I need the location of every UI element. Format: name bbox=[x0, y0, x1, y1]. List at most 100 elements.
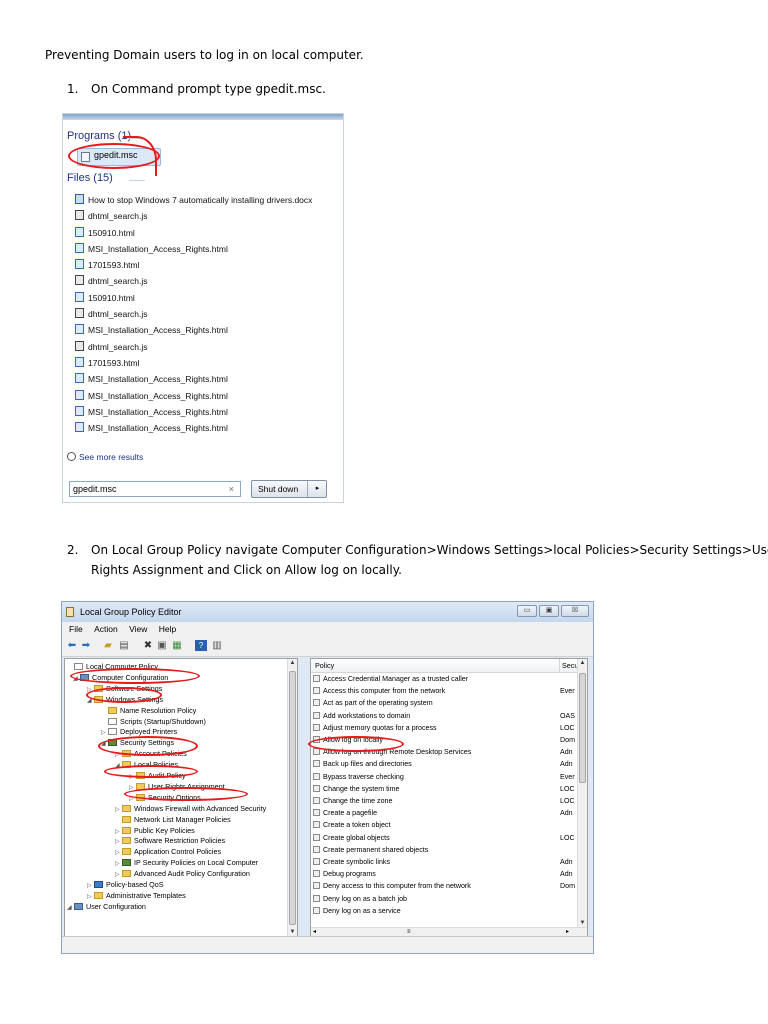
expand-toggle-icon[interactable]: ▷ bbox=[87, 881, 94, 891]
folder-icon bbox=[122, 848, 131, 856]
policy-name: Act as part of the operating system bbox=[323, 699, 433, 708]
file-result-item[interactable]: MSI_Installation_Access_Rights.html bbox=[75, 241, 312, 257]
back-arrow-icon[interactable]: ⬅ bbox=[66, 640, 78, 651]
file-result-label: MSI_Installation_Access_Rights.html bbox=[88, 243, 228, 254]
expand-toggle-icon[interactable]: ▷ bbox=[101, 728, 108, 738]
expand-toggle-icon[interactable]: ▷ bbox=[115, 848, 122, 858]
file-result-item[interactable]: MSI_Installation_Access_Rights.html bbox=[75, 404, 312, 420]
chart-icon bbox=[94, 881, 103, 888]
tree-node[interactable]: Name Resolution Policy bbox=[101, 706, 196, 716]
clear-search-icon[interactable]: × bbox=[229, 482, 234, 496]
close-button[interactable]: ☒ bbox=[561, 605, 589, 617]
policy-vertical-scrollbar[interactable]: ▲ ▼ bbox=[577, 659, 587, 927]
policy-row[interactable]: Adjust memory quotas for a process LOC bbox=[313, 723, 583, 733]
tree-scroll-thumb[interactable] bbox=[289, 671, 296, 925]
tree-node[interactable]: ▷ Advanced Audit Policy Configuration bbox=[115, 869, 250, 879]
maximize-button[interactable]: ▣ bbox=[539, 605, 559, 617]
policy-row[interactable]: Deny log on as a batch job bbox=[313, 894, 583, 904]
policy-row[interactable]: Deny access to this computer from the ne… bbox=[313, 882, 583, 891]
shutdown-button[interactable]: Shut down ▸ bbox=[251, 480, 327, 498]
forward-arrow-icon[interactable]: ➡ bbox=[80, 640, 92, 651]
start-search-input[interactable]: gpedit.msc × bbox=[69, 481, 241, 497]
file-result-item[interactable]: MSI_Installation_Access_Rights.html bbox=[75, 322, 312, 338]
expand-toggle-icon[interactable]: ▷ bbox=[115, 870, 122, 880]
filter-options-icon[interactable]: ▥ bbox=[211, 640, 223, 651]
folder-icon bbox=[122, 804, 131, 812]
file-result-item[interactable]: 1701593.html bbox=[75, 355, 312, 371]
tree-node[interactable]: Network List Manager Policies bbox=[115, 815, 231, 825]
up-folder-icon[interactable]: ▰ bbox=[102, 640, 114, 651]
column-header-policy[interactable]: Policy bbox=[315, 659, 334, 672]
policy-row[interactable]: Create a pagefile Adn bbox=[313, 809, 583, 818]
tree-node[interactable]: ▷ Software Restriction Policies bbox=[115, 836, 225, 846]
file-result-item[interactable]: dhtml_search.js bbox=[75, 306, 312, 322]
tree-node[interactable]: ▷ Administrative Templates bbox=[87, 891, 186, 901]
file-result-item[interactable]: How to stop Windows 7 automatically inst… bbox=[75, 192, 312, 208]
help-icon[interactable]: ? bbox=[195, 640, 207, 651]
file-result-item[interactable]: MSI_Installation_Access_Rights.html bbox=[75, 388, 312, 404]
tree-node-label: Application Control Policies bbox=[134, 847, 222, 857]
policy-row[interactable]: Back up files and directories Adn bbox=[313, 760, 583, 769]
expand-toggle-icon[interactable]: ▷ bbox=[115, 805, 122, 815]
policy-row[interactable]: Access this computer from the network Eve… bbox=[313, 687, 583, 696]
expand-toggle-icon[interactable]: ◢ bbox=[67, 903, 74, 913]
policy-row[interactable]: Add workstations to domain OAS bbox=[313, 711, 583, 721]
file-result-item[interactable]: dhtml_search.js bbox=[75, 273, 312, 289]
delete-icon[interactable]: ✖ bbox=[142, 640, 154, 651]
expand-toggle-icon[interactable]: ▷ bbox=[87, 892, 94, 902]
minimize-button[interactable]: ▭ bbox=[517, 605, 537, 617]
menu-view[interactable]: View bbox=[129, 624, 147, 634]
scroll-right-arrow-icon[interactable]: ▸ bbox=[566, 928, 569, 936]
expand-toggle-icon[interactable]: ▷ bbox=[115, 837, 122, 847]
policy-row[interactable]: Change the time zone LOC bbox=[313, 797, 583, 806]
policy-row[interactable]: Create a token object bbox=[313, 821, 583, 830]
tree-node-label: Policy-based QoS bbox=[106, 880, 164, 889]
policy-horizontal-scrollbar[interactable]: ◂ ≡ ▸ bbox=[311, 927, 587, 936]
column-header-security-setting[interactable]: Secu bbox=[559, 659, 578, 672]
scroll-down-arrow-icon[interactable]: ▼ bbox=[288, 929, 297, 935]
export-list-icon[interactable]: ▦ bbox=[171, 640, 183, 651]
policy-row[interactable]: Create symbolic links Adn bbox=[313, 858, 583, 867]
file-result-item[interactable]: 150910.html bbox=[75, 225, 312, 241]
policy-name: Access this computer from the network bbox=[323, 687, 446, 696]
file-result-item[interactable]: 1701593.html bbox=[75, 257, 312, 273]
policy-row[interactable]: Bypass traverse checking Ever bbox=[313, 772, 583, 782]
tree-node[interactable]: ▷ Application Control Policies bbox=[115, 847, 221, 857]
expand-toggle-icon[interactable]: ▷ bbox=[115, 859, 122, 869]
policy-row[interactable]: Create global objects LOC bbox=[313, 833, 583, 843]
policy-security-setting: Ever bbox=[560, 772, 575, 781]
file-result-item[interactable]: dhtml_search.js bbox=[75, 208, 312, 224]
tree-node[interactable]: Scripts (Startup/Shutdown) bbox=[101, 717, 206, 727]
policy-row[interactable]: Create permanent shared objects bbox=[313, 845, 583, 855]
scroll-down-arrow-icon[interactable]: ▼ bbox=[578, 920, 587, 926]
policy-row[interactable]: Access Credential Manager as a trusted c… bbox=[313, 675, 583, 684]
file-result-item[interactable]: dhtml_search.js bbox=[75, 339, 312, 355]
menu-action[interactable]: Action bbox=[94, 624, 118, 634]
scroll-grip-icon[interactable]: ≡ bbox=[407, 928, 411, 936]
policy-row[interactable]: Deny log on as a service bbox=[313, 906, 583, 916]
menu-file[interactable]: File bbox=[69, 624, 83, 634]
shutdown-options-arrow-icon[interactable]: ▸ bbox=[307, 481, 327, 497]
tree-node[interactable]: ▷ IP Security Policies on Local Computer bbox=[115, 858, 258, 868]
window-title-bar[interactable]: Local Group Policy Editor ▭ ▣ ☒ bbox=[62, 602, 593, 622]
tree-vertical-scrollbar[interactable]: ▲ ▼ bbox=[287, 659, 297, 936]
tree-node[interactable]: ▷ Policy-based QoS bbox=[87, 880, 164, 890]
file-result-item[interactable]: 150910.html bbox=[75, 290, 312, 306]
expand-toggle-icon[interactable]: ▷ bbox=[115, 827, 122, 837]
policy-row[interactable]: Change the system time LOC bbox=[313, 784, 583, 794]
menu-help[interactable]: Help bbox=[159, 624, 176, 634]
properties-icon[interactable]: ▣ bbox=[156, 640, 168, 651]
scroll-up-arrow-icon[interactable]: ▲ bbox=[578, 660, 587, 666]
tree-node[interactable]: ▷ Public Key Policies bbox=[115, 826, 195, 836]
policy-row[interactable]: Act as part of the operating system bbox=[313, 699, 583, 708]
file-result-item[interactable]: MSI_Installation_Access_Rights.html bbox=[75, 420, 312, 436]
policy-row[interactable]: Debug programs Adn bbox=[313, 870, 583, 879]
tree-node[interactable]: ◢ User Configuration bbox=[67, 902, 146, 912]
show-hide-tree-icon[interactable]: ▤ bbox=[118, 640, 130, 651]
tree-node[interactable]: ▷ Windows Firewall with Advanced Security bbox=[115, 804, 266, 814]
see-more-results-link[interactable]: See more results bbox=[67, 452, 143, 462]
policy-scroll-thumb[interactable] bbox=[579, 673, 586, 783]
scroll-left-arrow-icon[interactable]: ◂ bbox=[313, 928, 316, 936]
file-result-item[interactable]: MSI_Installation_Access_Rights.html bbox=[75, 371, 312, 387]
scroll-up-arrow-icon[interactable]: ▲ bbox=[288, 660, 297, 666]
